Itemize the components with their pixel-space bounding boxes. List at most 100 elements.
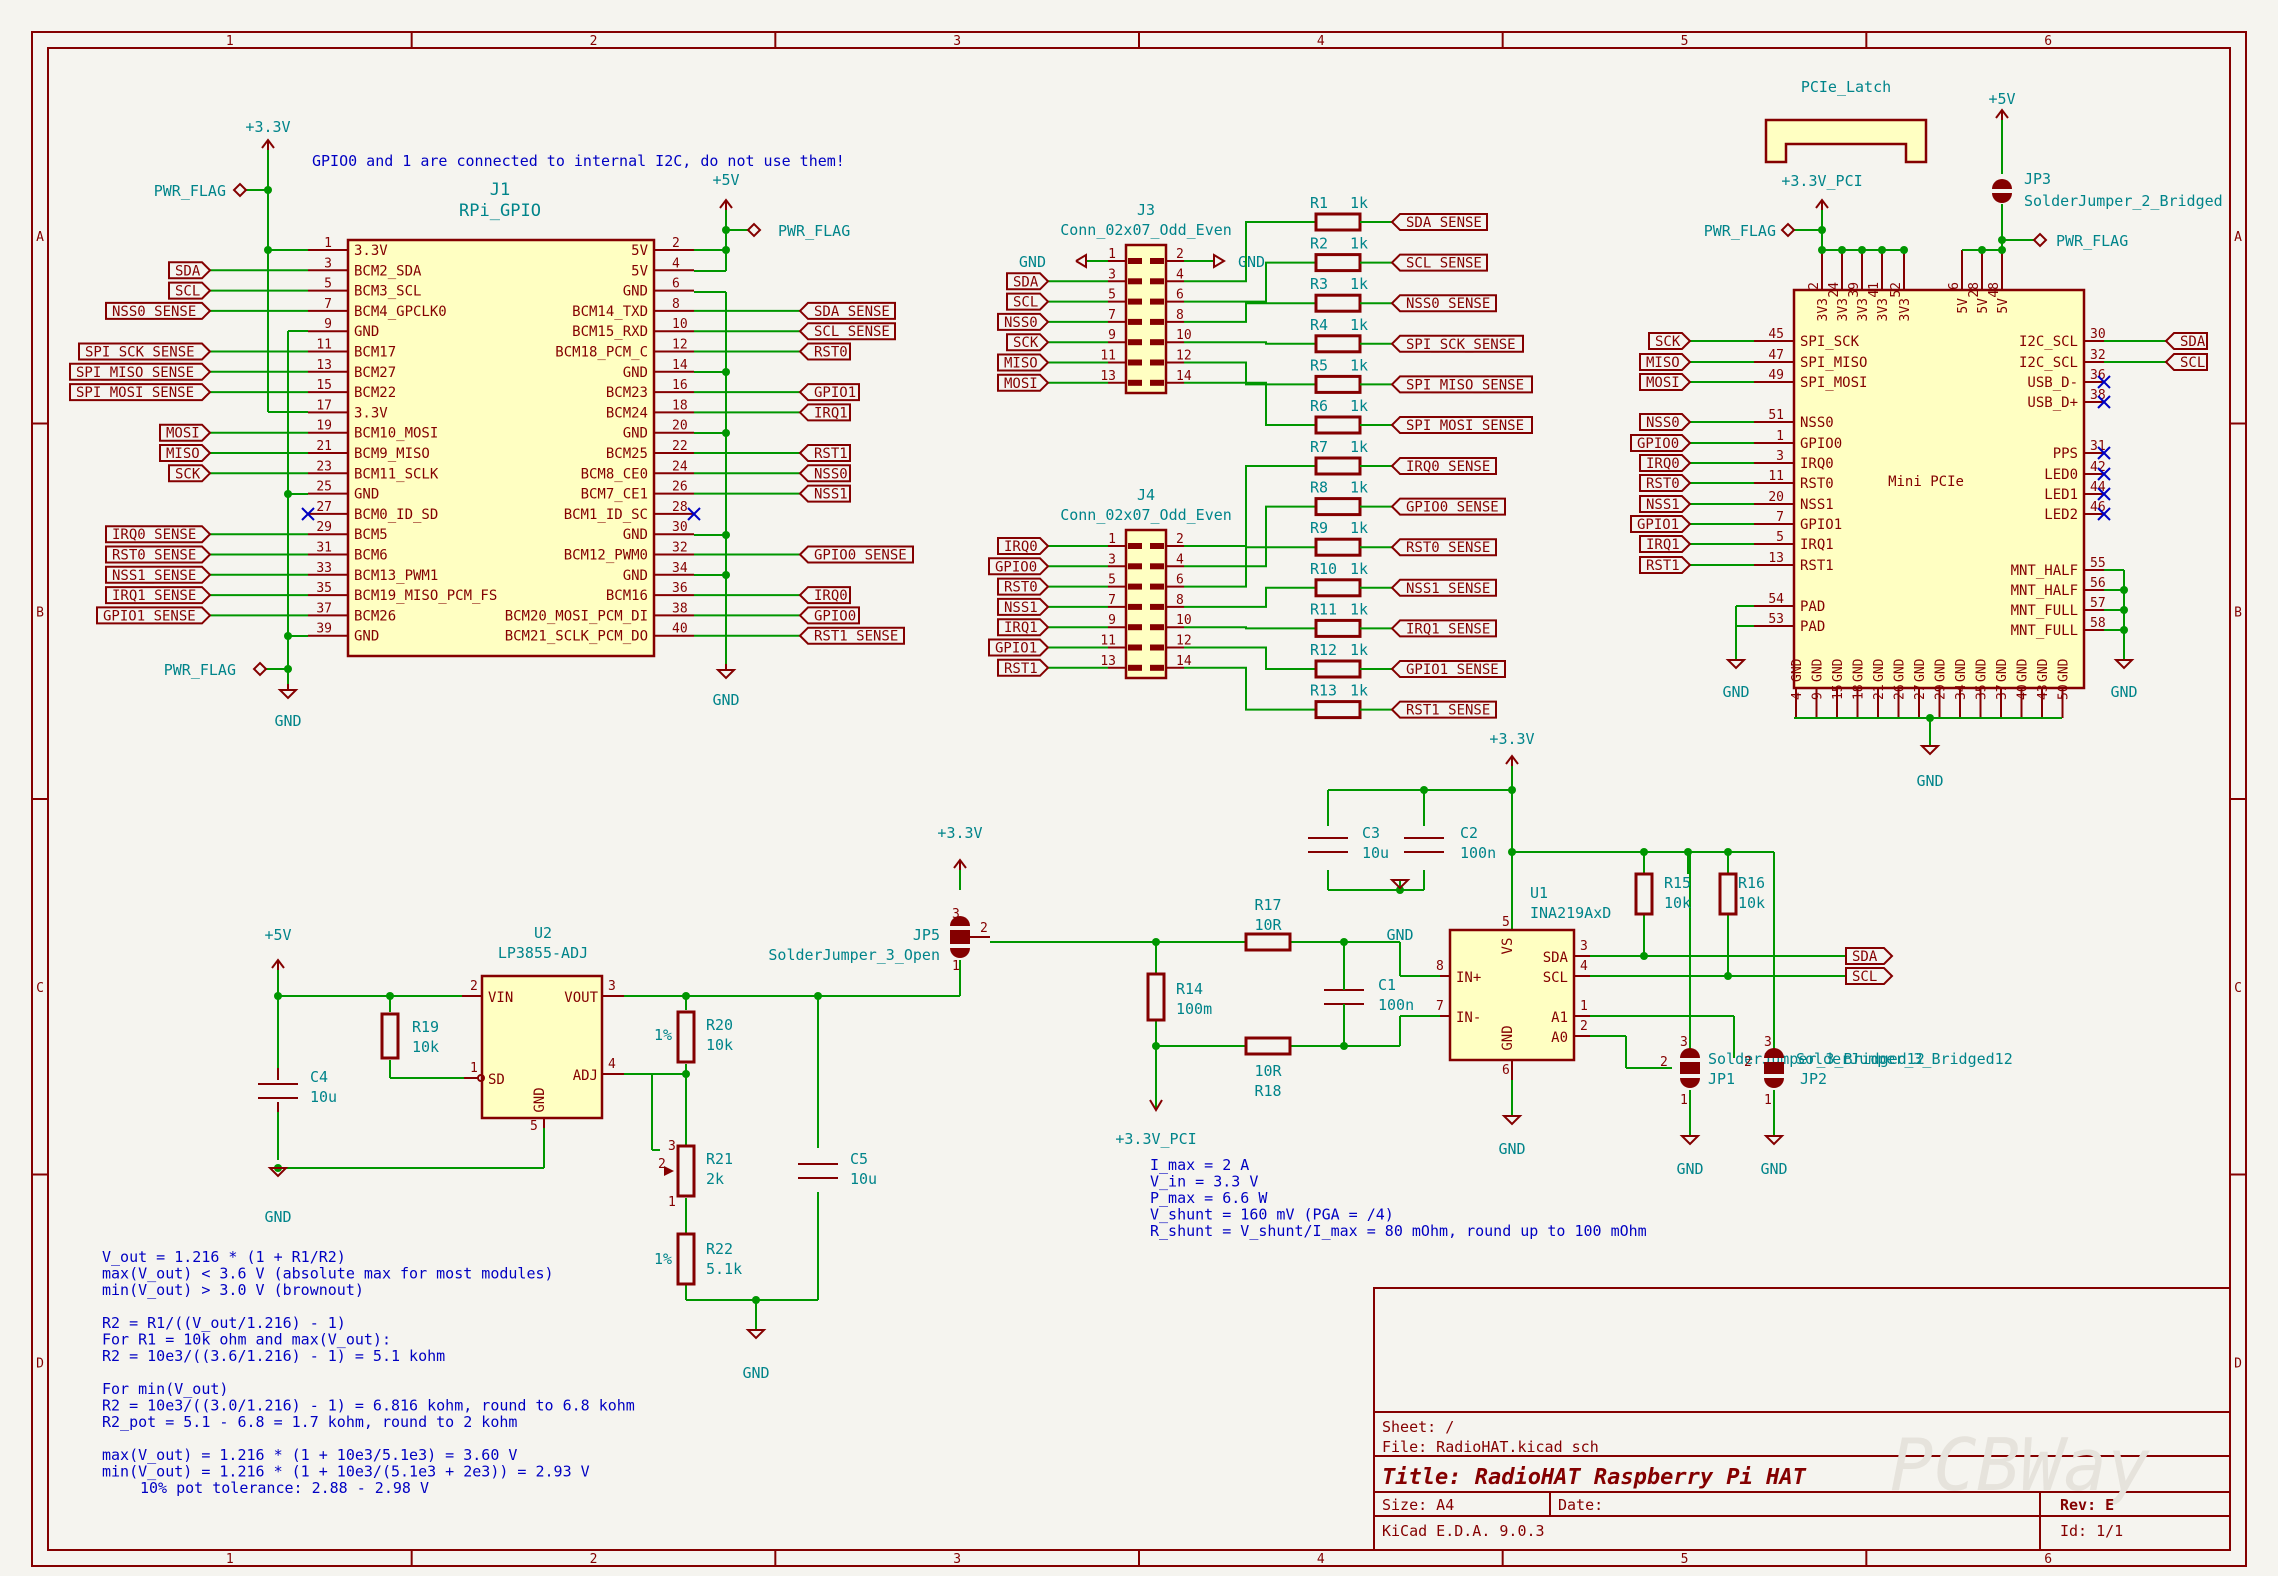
- c1-capacitor[interactable]: C1 100n: [1324, 976, 1414, 1016]
- svg-text:20: 20: [672, 419, 688, 434]
- pcie-pad-gnd: GND: [1722, 625, 1754, 701]
- r21-potentiometer[interactable]: 3 2 1 R21 2k: [658, 1139, 733, 1210]
- svg-text:JP1: JP1: [1708, 1070, 1735, 1088]
- svg-text:4: 4: [1790, 692, 1805, 700]
- jp2-solder-jumper[interactable]: 3 2 1 SolderJumper_3_Bridged12 JP2: [1744, 1035, 2013, 1108]
- r19-resistor[interactable]: R19 10k: [380, 1012, 439, 1060]
- j3-connector[interactable]: J3 Conn_02x07_Odd_Even 13SDA5SCL7NSS09SC…: [997, 201, 1232, 395]
- c2-capacitor[interactable]: C2 100n: [1404, 824, 1496, 862]
- row-mark-right: C: [2234, 981, 2242, 996]
- svg-text:3: 3: [1680, 1035, 1688, 1050]
- svg-text:SPI_MOSI: SPI_MOSI: [1800, 375, 1867, 391]
- u2-ldo[interactable]: U2 LP3855-ADJ VIN SD VOUT ADJ GND 2 1 3 …: [462, 924, 624, 1134]
- net-label-text: MISO: [166, 446, 200, 462]
- c3-capacitor[interactable]: C3 10u: [1308, 824, 1389, 862]
- net-label-text: MISO: [1646, 355, 1680, 371]
- svg-text:25: 25: [316, 480, 332, 495]
- svg-text:J4: J4: [1137, 486, 1155, 504]
- row-mark-right: A: [2234, 230, 2242, 245]
- resistor-value: 1k: [1350, 194, 1368, 212]
- net-label-text: SDA_SENSE: [814, 304, 890, 320]
- svg-text:GND: GND: [1831, 658, 1846, 682]
- svg-text:GND: GND: [1722, 683, 1749, 701]
- svg-text:10: 10: [672, 317, 688, 332]
- svg-text:C2: C2: [1460, 824, 1478, 842]
- r22-resistor[interactable]: 1% R22 5.1k: [654, 1232, 742, 1286]
- r17-resistor[interactable]: R17 10R: [1244, 896, 1292, 952]
- mini-pcie[interactable]: Mini PCIe 23V3243V3393V3413V3523V365V285…: [1630, 250, 2208, 718]
- svg-text:2: 2: [1176, 247, 1184, 262]
- col-mark-bottom: 1: [226, 1552, 234, 1567]
- j1-pin-name: BCM19_MISO_PCM_FS: [354, 588, 497, 604]
- svg-text:6: 6: [1947, 282, 1962, 290]
- svg-text:SD: SD: [488, 1072, 505, 1088]
- r15-resistor[interactable]: R15 10k: [1634, 872, 1691, 916]
- net-label-text: SDA: [175, 263, 201, 279]
- svg-text:Size: A4: Size: A4: [1382, 1496, 1454, 1514]
- svg-text:40: 40: [672, 622, 688, 637]
- jp1-solder-jumper[interactable]: 3 2 1 SolderJumper_3_Bridged12 JP1: [1660, 1035, 1925, 1108]
- svg-text:8: 8: [672, 297, 680, 312]
- r18-resistor[interactable]: 10R R18: [1244, 1036, 1292, 1100]
- resistor-ref: R1: [1310, 194, 1328, 212]
- j1-pin-name: BCM10_MOSI: [354, 426, 438, 442]
- j4-connector[interactable]: J4 Conn_02x07_Odd_Even 1 IRQ0 3 GPIO0 5 RST0 7…: [988, 486, 1232, 680]
- col-mark-top: 3: [953, 34, 961, 49]
- c5-capacitor[interactable]: C5 10u: [798, 1150, 877, 1188]
- svg-text:+3.3V: +3.3V: [1489, 730, 1534, 748]
- svg-text:SCL: SCL: [1852, 969, 1877, 985]
- svg-text:100n: 100n: [1460, 844, 1496, 862]
- svg-text:5V: 5V: [1976, 298, 1991, 314]
- c4-capacitor[interactable]: C4 10u: [258, 1068, 337, 1112]
- r20-resistor[interactable]: 1% R20 10k: [654, 1010, 733, 1064]
- svg-text:INA219AxD: INA219AxD: [1530, 904, 1611, 922]
- j1-pin-name: BCM16: [606, 588, 648, 604]
- r16-resistor[interactable]: R16 10k: [1718, 872, 1765, 916]
- u1-ina219[interactable]: U1 INA219AxD IN+ IN- SDA SCL A1 A0 VS GN…: [1436, 884, 1611, 1080]
- svg-text:10R: 10R: [1254, 916, 1282, 934]
- resistor-value: 1k: [1350, 519, 1368, 537]
- svg-text:13: 13: [1768, 551, 1784, 566]
- col-mark-bottom: 3: [953, 1552, 961, 1567]
- resistor-ref: R10: [1310, 560, 1337, 578]
- svg-text:1%: 1%: [654, 1026, 672, 1044]
- net-label-text: SPI_MOSI_SENSE: [76, 385, 194, 401]
- resistor-r3: [1314, 293, 1362, 313]
- net-label-text: SCL: [2180, 355, 2205, 371]
- title-text: Title: RadioHAT Raspberry Pi HAT: [1382, 1465, 1807, 1490]
- svg-text:GND: GND: [1676, 1160, 1703, 1178]
- pcbway-watermark: PCBWay: [1890, 1423, 2151, 1507]
- j1-pin-name: BCM21_SCLK_PCM_DO: [505, 629, 648, 645]
- svg-text:GND: GND: [1975, 658, 1990, 682]
- j1-pin-name: BCM13_PWM1: [354, 568, 438, 584]
- resistor-value: 1k: [1350, 641, 1368, 659]
- svg-text:R19: R19: [412, 1018, 439, 1036]
- svg-text:3: 3: [608, 979, 616, 994]
- net-label-text: SCL_SENSE: [814, 324, 890, 340]
- p5-symbol-j1: +5V: [712, 171, 740, 210]
- svg-text:3V3: 3V3: [1876, 298, 1891, 321]
- svg-text:11: 11: [316, 338, 332, 353]
- jp5-solder-jumper[interactable]: 3 2 1 JP5 SolderJumper_3_Open: [768, 907, 990, 974]
- svg-text:10R: 10R: [1254, 1062, 1282, 1080]
- svg-text:56: 56: [2090, 576, 2106, 591]
- svg-text:12: 12: [672, 338, 688, 353]
- j1-pin-name: 3.3V: [354, 405, 388, 421]
- svg-text:20: 20: [1768, 490, 1784, 505]
- svg-text:36: 36: [672, 581, 688, 596]
- svg-text:2: 2: [980, 921, 988, 936]
- svg-text:Rev: E: Rev: E: [2060, 1496, 2114, 1514]
- svg-text:GND: GND: [1934, 658, 1949, 682]
- svg-text:3V3: 3V3: [1898, 298, 1913, 321]
- j1-pin-name: BCM0_ID_SD: [354, 507, 438, 523]
- svg-text:29: 29: [316, 520, 332, 535]
- svg-text:35: 35: [1975, 684, 1990, 700]
- j1-pin-name: BCM25: [606, 446, 648, 462]
- resistor-ref: R9: [1310, 519, 1328, 537]
- svg-text:R20: R20: [706, 1016, 733, 1034]
- j1-pin-name: 5V: [631, 263, 648, 279]
- svg-text:10u: 10u: [310, 1088, 337, 1106]
- svg-text:SCL: SCL: [1543, 970, 1568, 986]
- svg-text:9: 9: [1108, 613, 1116, 628]
- r14-shunt[interactable]: R14 100m: [1146, 972, 1212, 1022]
